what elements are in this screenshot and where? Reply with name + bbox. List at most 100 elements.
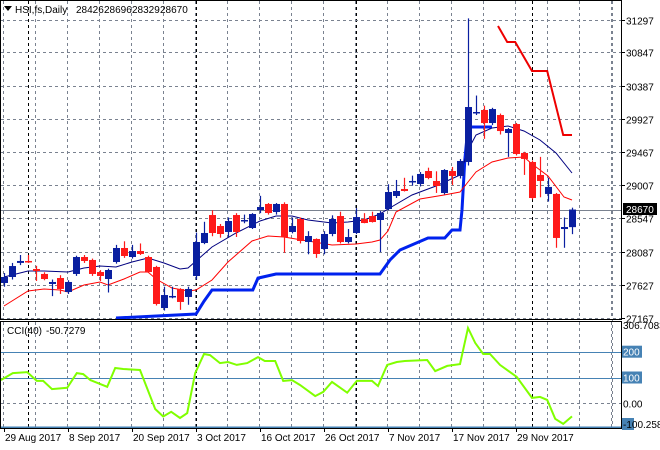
bullish-candle-body (105, 270, 112, 280)
cci-axis-label: 306.7083 (623, 321, 660, 332)
header-close: 28670 (160, 5, 188, 16)
cci-title: CCI(40) (7, 326, 42, 337)
price-tick-label: 29927 (626, 116, 654, 127)
bearish-candle-body (81, 257, 88, 261)
bearish-candle-body (369, 216, 376, 223)
bearish-candle-body (209, 215, 216, 233)
bullish-candle-body (241, 220, 248, 222)
indicator-layer (3, 25, 573, 320)
price-tick-label: 30847 (626, 49, 654, 60)
time-tick-label: 29 Nov 2017 (517, 433, 574, 444)
bullish-candle-body (545, 186, 552, 194)
fast-moving-average-line (3, 125, 573, 278)
price-tick-label: 27627 (626, 282, 654, 293)
bullish-candle-body (345, 237, 352, 243)
channel-high-line (497, 25, 572, 136)
time-tick-label: 17 Nov 2017 (453, 433, 510, 444)
bearish-candle-body (33, 268, 40, 272)
cci-axis-label: 0.00 (623, 399, 643, 410)
bearish-candle-body (145, 257, 152, 273)
bullish-candle-body (305, 236, 312, 243)
price-tick-label: 31297 (626, 17, 654, 28)
bearish-candle-body (41, 273, 48, 280)
cci-axis-label: 100 (623, 374, 640, 385)
time-tick-label: 16 Oct 2017 (261, 433, 316, 444)
bullish-candle-body (113, 247, 120, 262)
bearish-candle-body (89, 259, 96, 274)
bullish-candle-body (257, 207, 264, 211)
bearish-candle-body (265, 203, 272, 214)
bearish-candle-body (401, 188, 408, 191)
bearish-candle-body (297, 218, 304, 241)
time-tick-label: 26 Oct 2017 (325, 433, 380, 444)
bullish-candle-body (417, 173, 424, 184)
bearish-candle-body (361, 218, 368, 224)
bullish-candle-body (273, 203, 280, 212)
bullish-candle-body (329, 218, 336, 234)
chart-header: HSI,fs,Daily 28426 28696 28329 28670 (4, 5, 188, 16)
bullish-candle-body (377, 213, 384, 220)
bearish-candle-body (513, 124, 520, 154)
bullish-candle-body (393, 190, 400, 196)
bullish-candle-body (561, 226, 568, 230)
bullish-candle-body (1, 276, 8, 283)
bullish-candle-body (569, 209, 576, 228)
price-tick-label: 30387 (626, 83, 654, 94)
bearish-candle-body (337, 216, 344, 243)
bullish-candle-body (457, 160, 464, 176)
time-tick-label: 20 Sep 2017 (133, 433, 190, 444)
time-tick-label: 7 Nov 2017 (389, 433, 441, 444)
cci-axis-label: 200 (623, 348, 640, 359)
header-open: 28426 (76, 5, 104, 16)
bearish-candle-body (153, 266, 160, 304)
bearish-candle-body (537, 174, 544, 181)
bullish-candle-body (193, 242, 200, 276)
price-tick-label: 28087 (626, 249, 654, 260)
bullish-candle-body (441, 170, 448, 194)
bearish-candle-body (217, 225, 224, 234)
price-tick-label: 28547 (626, 215, 654, 226)
bullish-candle-body (73, 257, 80, 274)
bearish-candle-body (313, 238, 320, 254)
cci-pane-border (0, 321, 622, 429)
cci-axis-label: -100.258 (623, 420, 660, 431)
bearish-candle-body (521, 152, 528, 159)
bullish-candle-body (17, 260, 24, 263)
bearish-candle-body (529, 161, 536, 198)
bearish-candle-body (497, 115, 504, 132)
bullish-candle-body (473, 111, 480, 114)
bullish-candle-body (49, 281, 56, 284)
cci-current-value: -50.7279 (46, 326, 86, 337)
bearish-candle-body (449, 171, 456, 176)
chart-window: 31297 30847 30387 29927 29467 29007 28547 28087… (0, 0, 660, 444)
collapse-triangle-icon[interactable] (4, 6, 12, 11)
bearish-candle-body (425, 171, 432, 179)
bullish-candle-body (289, 225, 296, 232)
bullish-candle-body (161, 295, 168, 309)
cci-line (0, 324, 573, 426)
bearish-candle-body (481, 109, 488, 124)
bearish-candle-body (25, 260, 32, 263)
current-price-label: 28670 (623, 203, 657, 216)
bearish-candle-body (233, 215, 240, 232)
bullish-candle-body (9, 266, 16, 277)
bullish-candle-body (409, 180, 416, 183)
price-tick-label: 29007 (626, 182, 654, 193)
bearish-candle-body (97, 272, 104, 276)
candle-layer (1, 18, 576, 311)
bearish-candle-body (121, 247, 128, 257)
bullish-candle-body (321, 233, 328, 250)
symbol-label: HSI,fs,Daily (15, 5, 67, 16)
current-price-text: 28670 (626, 205, 654, 216)
bullish-candle-body (353, 217, 360, 233)
bullish-candle-body (185, 288, 192, 297)
bullish-candle-body (225, 221, 232, 232)
cci-header: CCI(40) -50.7279 (7, 326, 86, 337)
time-tick-label: 3 Oct 2017 (197, 433, 246, 444)
bearish-candle-body (177, 288, 184, 302)
bullish-candle-body (201, 232, 208, 244)
bullish-candle-body (249, 214, 256, 229)
bearish-candle-body (433, 180, 440, 187)
bullish-candle-body (65, 281, 72, 293)
cci-layer (0, 324, 621, 429)
